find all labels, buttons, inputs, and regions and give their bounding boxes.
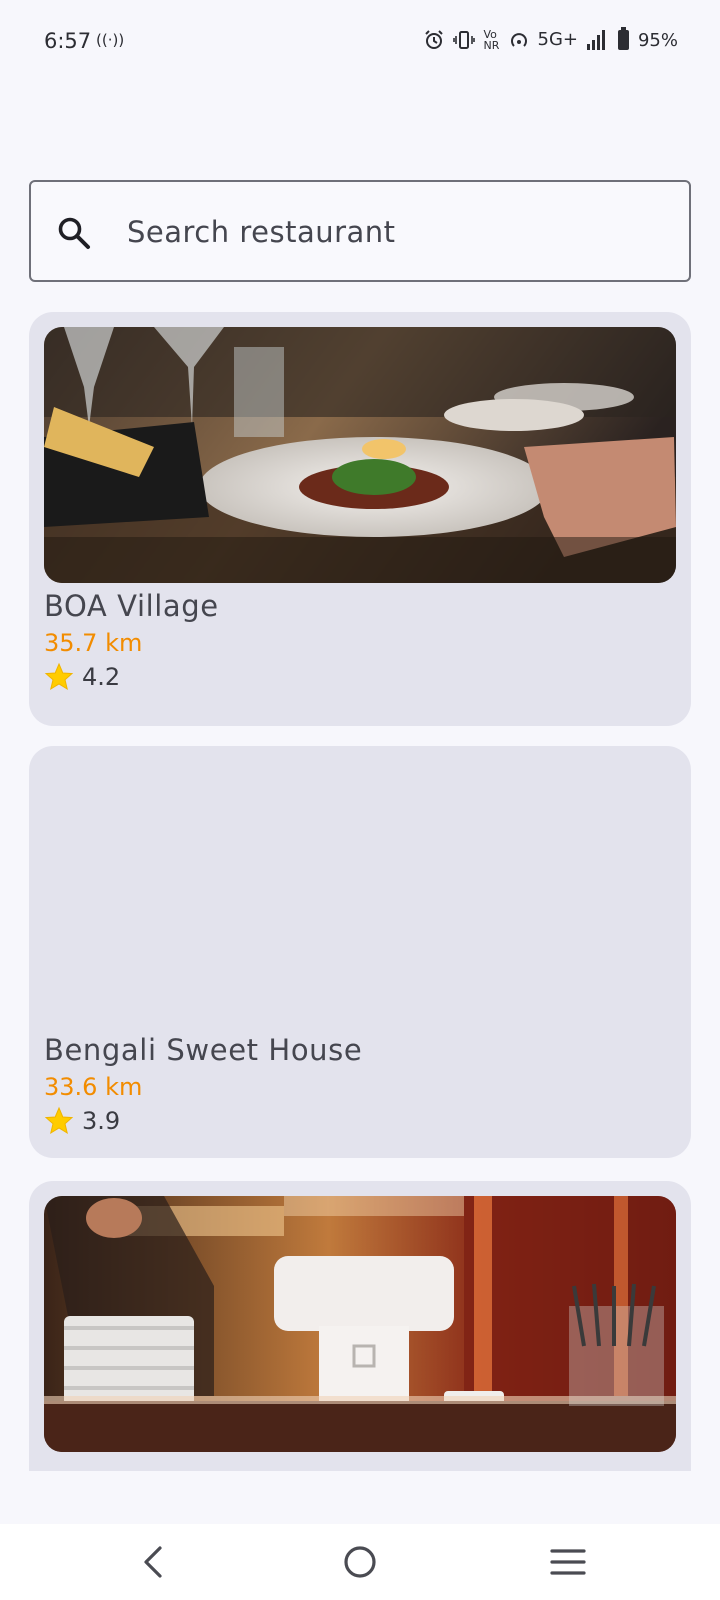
status-icons: Vo NR 5G+ 95%	[424, 27, 678, 52]
restaurant-name: BOA Village	[44, 589, 219, 623]
restaurant-card[interactable]: BOA Village 35.7 km 4.2	[29, 312, 691, 726]
network-type: 5G+	[537, 29, 578, 50]
search-icon[interactable]	[57, 216, 91, 250]
search-bar[interactable]	[29, 180, 691, 282]
status-bar: 6:57 ((·)) Vo NR 5G+ 95%	[0, 0, 720, 84]
hotspot-wifi-icon	[510, 33, 527, 47]
vibrate-icon	[452, 31, 475, 49]
star-icon	[44, 662, 74, 691]
rating-value: 3.9	[82, 1107, 121, 1135]
restaurant-rating: 4.2	[44, 662, 120, 692]
alarm-icon	[424, 30, 443, 49]
battery-icon	[617, 27, 629, 50]
circle-home-icon[interactable]	[338, 1542, 382, 1582]
star-icon	[44, 1106, 74, 1135]
volte-icon: Vo NR	[483, 28, 500, 52]
signal-icon	[586, 30, 605, 50]
status-time: 6:57	[44, 29, 92, 53]
menu-lines-icon[interactable]	[546, 1542, 590, 1582]
restaurant-photo	[44, 1196, 676, 1452]
hotspot-icon: ((·))	[96, 31, 125, 49]
battery-percent: 95%	[637, 29, 678, 51]
restaurant-card[interactable]: Bengali Sweet House 33.6 km 3.9	[29, 746, 691, 1158]
restaurant-card[interactable]	[29, 1181, 691, 1471]
search-input[interactable]	[127, 210, 647, 254]
restaurant-distance: 35.7 km	[44, 629, 143, 657]
chevron-left-icon[interactable]	[132, 1542, 176, 1582]
rating-value: 4.2	[82, 663, 121, 691]
system-nav-bar	[0, 1524, 720, 1600]
restaurant-name: Bengali Sweet House	[44, 1033, 363, 1067]
restaurant-photo	[44, 327, 676, 583]
restaurant-rating: 3.9	[44, 1106, 120, 1136]
restaurant-distance: 33.6 km	[44, 1073, 143, 1101]
